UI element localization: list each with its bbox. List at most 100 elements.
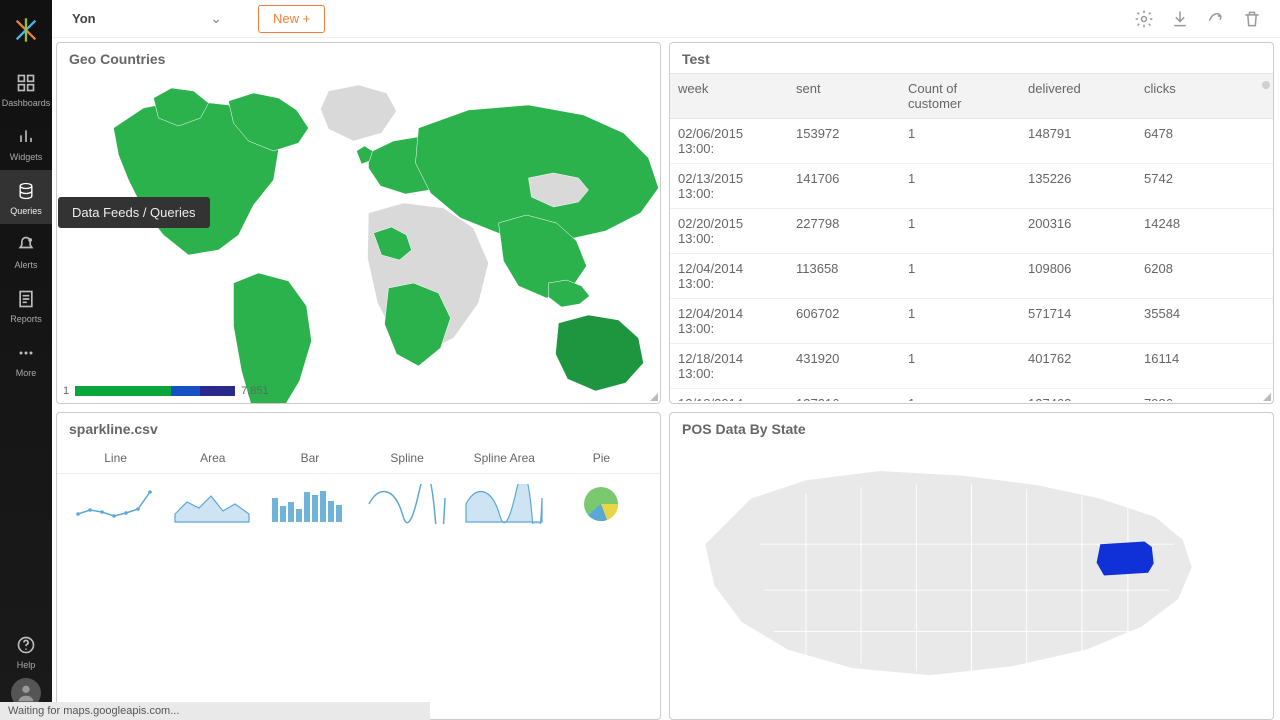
sparkline-bar xyxy=(270,484,350,524)
panel-pos-state: POS Data By State xyxy=(669,412,1274,720)
queries-icon xyxy=(15,180,37,202)
sparkline-spline-area xyxy=(464,484,544,524)
nav-more[interactable]: More xyxy=(0,332,52,386)
nav-help[interactable]: Help xyxy=(0,624,52,678)
share-icon[interactable] xyxy=(1206,9,1226,29)
table-row[interactable]: 12/18/2014 13:00:13721611274627986 xyxy=(670,389,1273,401)
cell-sent: 227798 xyxy=(788,209,900,253)
cell-delivered: 127462 xyxy=(1020,389,1136,401)
nav-label: Dashboards xyxy=(2,98,51,108)
nav-label: Help xyxy=(17,660,36,670)
column-header[interactable]: week xyxy=(670,74,788,118)
nav-reports[interactable]: Reports xyxy=(0,278,52,332)
column-header: Spline Area xyxy=(456,443,553,473)
app-logo-icon xyxy=(12,16,40,44)
sparkline-line xyxy=(76,484,156,524)
panel-title: POS Data By State xyxy=(670,413,1273,443)
nav-label: Reports xyxy=(10,314,42,324)
column-header: Area xyxy=(164,443,261,473)
cell-week: 12/04/2014 13:00: xyxy=(670,299,788,343)
cell-week: 12/18/2014 13:00: xyxy=(670,344,788,388)
column-header[interactable]: delivered xyxy=(1020,74,1136,118)
alerts-icon xyxy=(15,234,37,256)
new-button[interactable]: New + xyxy=(258,5,325,33)
table-body[interactable]: 02/06/2015 13:00:1539721148791647802/13/… xyxy=(670,119,1273,401)
cell-week: 02/13/2015 13:00: xyxy=(670,164,788,208)
cell-delivered: 401762 xyxy=(1020,344,1136,388)
legend-max: 7,851 xyxy=(241,385,269,397)
trash-icon[interactable] xyxy=(1242,9,1262,29)
table-row[interactable]: 12/04/2014 13:00:606702157171435584 xyxy=(670,299,1273,344)
highlighted-state[interactable] xyxy=(1097,541,1154,575)
cell-customer: 1 xyxy=(900,254,1020,298)
column-header: Pie xyxy=(553,443,650,473)
map-legend: 1 7,851 xyxy=(63,385,269,397)
nav-widgets[interactable]: Widgets xyxy=(0,116,52,170)
cell-week: 02/20/2015 13:00: xyxy=(670,209,788,253)
panel-test-table: Test week sent Count of customer deliver… xyxy=(669,42,1274,404)
us-map[interactable] xyxy=(670,443,1273,719)
cell-clicks: 7986 xyxy=(1136,389,1273,401)
nav-label: More xyxy=(16,368,37,378)
resize-handle[interactable] xyxy=(649,392,659,402)
table-row[interactable]: 02/06/2015 13:00:15397211487916478 xyxy=(670,119,1273,164)
nav-label: Queries xyxy=(10,206,42,216)
more-icon xyxy=(15,342,37,364)
nav-label: Widgets xyxy=(10,152,43,162)
cell-clicks: 5742 xyxy=(1136,164,1273,208)
column-header[interactable]: Count of customer xyxy=(900,74,1020,118)
dashboard-selector[interactable]: Yon ⌄ xyxy=(62,6,232,32)
cell-clicks: 6478 xyxy=(1136,119,1273,163)
nav-alerts[interactable]: Alerts xyxy=(0,224,52,278)
download-icon[interactable] xyxy=(1170,9,1190,29)
cell-sent: 153972 xyxy=(788,119,900,163)
widgets-icon xyxy=(15,126,37,148)
table-row[interactable]: 02/20/2015 13:00:227798120031614248 xyxy=(670,209,1273,254)
cell-sent: 137216 xyxy=(788,389,900,401)
column-header[interactable]: clicks xyxy=(1136,74,1273,118)
panel-sparkline: sparkline.csv Line Area Bar Spline Splin… xyxy=(56,412,661,720)
table-row[interactable]: 02/13/2015 13:00:14170611352265742 xyxy=(670,164,1273,209)
cell-clicks: 6208 xyxy=(1136,254,1273,298)
world-map[interactable]: 1 7,851 xyxy=(57,73,660,403)
nav-queries[interactable]: Queries xyxy=(0,170,52,224)
cell-delivered: 135226 xyxy=(1020,164,1136,208)
dashboard-name: Yon xyxy=(72,11,210,26)
column-header[interactable]: sent xyxy=(788,74,900,118)
nav-tooltip: Data Feeds / Queries xyxy=(58,197,210,228)
chevron-down-icon: ⌄ xyxy=(210,10,222,27)
reports-icon xyxy=(15,288,37,310)
table-row[interactable]: 12/04/2014 13:00:11365811098066208 xyxy=(670,254,1273,299)
help-icon xyxy=(15,634,37,656)
cell-delivered: 571714 xyxy=(1020,299,1136,343)
cell-sent: 606702 xyxy=(788,299,900,343)
table-row[interactable]: 12/18/2014 13:00:431920140176216114 xyxy=(670,344,1273,389)
panel-title: Test xyxy=(670,43,1273,73)
table-header: week sent Count of customer delivered cl… xyxy=(670,73,1273,119)
settings-icon[interactable] xyxy=(1134,9,1154,29)
cell-week: 12/04/2014 13:00: xyxy=(670,254,788,298)
dashboards-icon xyxy=(15,72,37,94)
nav-dashboards[interactable]: Dashboards xyxy=(0,62,52,116)
cell-sent: 113658 xyxy=(788,254,900,298)
cell-sent: 431920 xyxy=(788,344,900,388)
column-header: Bar xyxy=(261,443,358,473)
status-bar: Waiting for maps.googleapis.com... xyxy=(0,702,430,720)
sparkline-spline xyxy=(367,484,447,524)
resize-handle[interactable] xyxy=(1262,392,1272,402)
cell-sent: 141706 xyxy=(788,164,900,208)
panel-title: sparkline.csv xyxy=(57,413,660,443)
cell-week: 12/18/2014 13:00: xyxy=(670,389,788,401)
column-header: Line xyxy=(67,443,164,473)
cell-customer: 1 xyxy=(900,209,1020,253)
scroll-indicator[interactable] xyxy=(1262,81,1270,89)
sparkline-area xyxy=(173,484,253,524)
left-sidebar: Dashboards Widgets Queries Alerts Report… xyxy=(0,0,52,720)
cell-customer: 1 xyxy=(900,119,1020,163)
cell-customer: 1 xyxy=(900,344,1020,388)
sparkline-pie xyxy=(561,484,641,524)
legend-min: 1 xyxy=(63,385,69,397)
cell-clicks: 16114 xyxy=(1136,344,1273,388)
cell-clicks: 35584 xyxy=(1136,299,1273,343)
cell-customer: 1 xyxy=(900,299,1020,343)
